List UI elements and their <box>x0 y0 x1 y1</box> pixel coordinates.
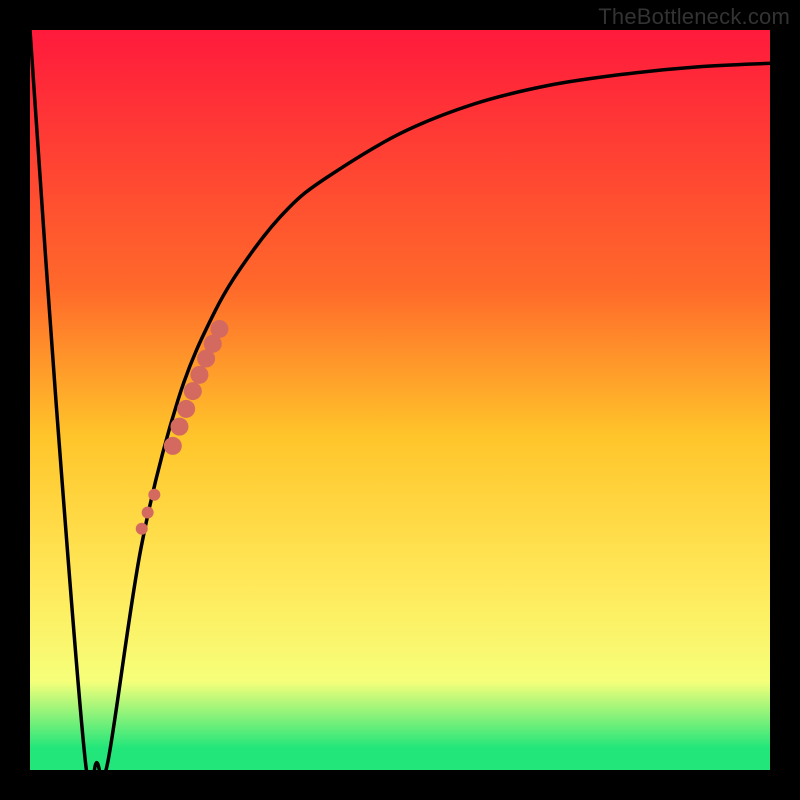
watermark-text: TheBottleneck.com <box>598 4 790 30</box>
marker-dot <box>164 437 182 455</box>
marker-dot <box>184 382 202 400</box>
marker-dot <box>136 523 148 535</box>
bottleneck-chart <box>0 0 800 800</box>
marker-dot <box>210 320 228 338</box>
chart-container: { "watermark": "TheBottleneck.com", "col… <box>0 0 800 800</box>
chart-plot-area <box>30 30 770 770</box>
marker-dot <box>142 506 154 518</box>
marker-dot <box>190 366 208 384</box>
marker-dot <box>148 489 160 501</box>
marker-dot <box>177 400 195 418</box>
marker-dot <box>170 418 188 436</box>
